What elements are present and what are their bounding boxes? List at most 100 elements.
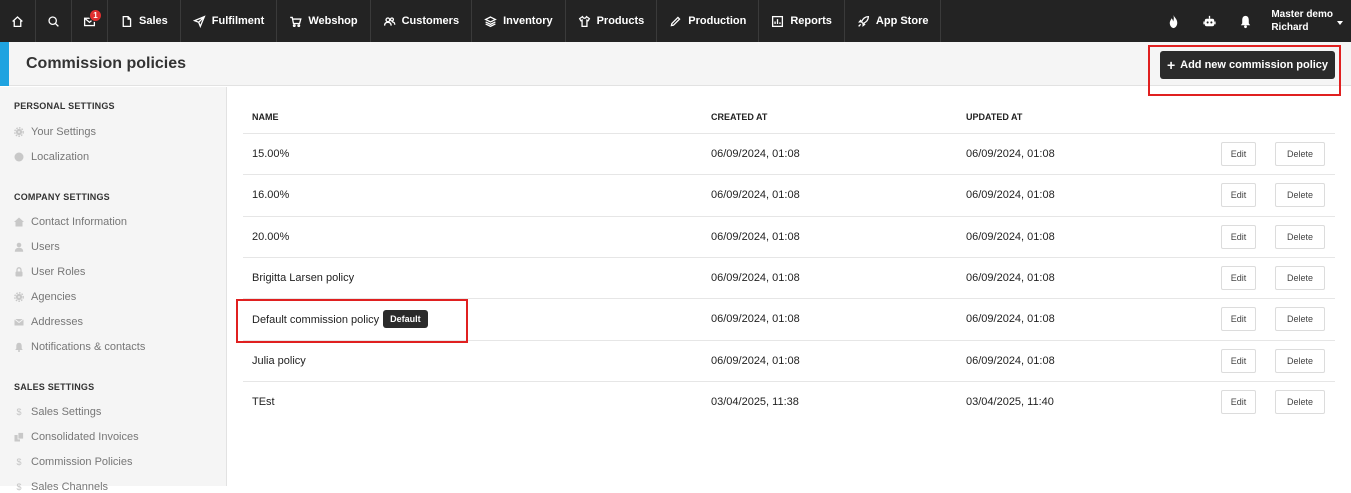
cart-icon [290,16,302,27]
default-badge: Default [383,310,428,329]
edit-button[interactable]: Edit [1221,265,1256,290]
sidebar-item-consolidated-invoices[interactable]: Consolidated Invoices [14,431,139,443]
sidebar-item-label: Your Settings [31,126,97,138]
user-icon [14,242,24,252]
search-icon [48,15,59,27]
column-header-updated-at: UPDATED AT [966,112,1023,122]
send-icon [192,14,206,28]
sidebar-item-agencies[interactable]: Agencies [14,291,76,303]
sidebar-item-addresses[interactable]: Addresses [14,316,83,328]
sidebar-item-notifications-contacts[interactable]: Notifications & contacts [14,341,145,353]
sidebar-item-commission-policies[interactable]: $ Commission Policies [14,456,132,468]
shirt-icon [578,15,590,27]
activity-button[interactable] [1155,0,1191,42]
edit-button[interactable]: Edit [1221,142,1256,166]
header-accent-bar [0,42,9,86]
nav-item-fulfilment[interactable]: Fulfilment [181,0,278,42]
nav-item-label: Reports [790,15,832,27]
delete-button[interactable]: Delete [1275,142,1325,166]
cell-name: TEst [252,396,275,408]
sidebar-item-contact-information[interactable]: Contact Information [14,216,127,228]
delete-button[interactable]: Delete [1275,265,1325,290]
cell-updated-at: 06/09/2024, 01:08 [966,148,1055,160]
sidebar-item-label: Localization [31,151,90,163]
sidebar-item-sales-settings[interactable]: $ Sales Settings [14,406,101,418]
nav-item-reports[interactable]: Reports [759,0,845,42]
notification-count-badge: 1 [89,9,102,22]
edit-button[interactable]: Edit [1221,307,1256,332]
edit-button[interactable]: Edit [1221,348,1256,373]
home-button[interactable] [0,0,36,42]
user-menu[interactable]: Master demo Richard [1263,8,1351,34]
cell-updated-at: 06/09/2024, 01:08 [966,313,1055,326]
sidebar-item-user-roles[interactable]: User Roles [14,266,85,278]
table-row: 16.00% 06/09/2024, 01:08 06/09/2024, 01:08… [243,174,1335,215]
nav-item-app-store[interactable]: App Store [845,0,942,42]
cell-updated-at: 06/09/2024, 01:08 [966,271,1055,284]
cell-created-at: 06/09/2024, 01:08 [711,189,800,202]
gear-icon [14,127,24,137]
nav-item-products[interactable]: Products [566,0,658,42]
page-header: Commission policies [0,42,1351,86]
edit-button[interactable]: Edit [1221,389,1256,414]
delete-button[interactable]: Delete [1275,307,1325,332]
users-icon [383,16,396,26]
delete-button[interactable]: Delete [1275,348,1325,373]
sidebar-item-sales-channels[interactable]: $ Sales Channels [14,481,108,493]
dollar-icon: $ [16,407,22,417]
sidebar-item-users[interactable]: Users [14,241,60,253]
sidebar-section-heading: COMPANY SETTINGS [14,192,110,202]
policy-name: 16.00% [252,189,290,202]
sidebar-section-heading: PERSONAL SETTINGS [14,101,115,111]
column-header-name: NAME [252,112,279,122]
column-header-created-at: CREATED AT [711,112,768,122]
nav-item-customers[interactable]: Customers [371,0,473,42]
bell-icon [14,342,24,352]
nav-item-label: Products [596,15,645,27]
delete-button[interactable]: Delete [1275,389,1325,414]
user-name-line1: Master demo [1271,9,1333,20]
notifications-button[interactable] [1227,0,1263,42]
edit-button[interactable]: Edit [1221,224,1256,249]
dollar-icon: $ [16,457,22,467]
nav-item-inventory[interactable]: Inventory [472,0,566,42]
cell-name: 16.00% [252,189,289,201]
home-icon [14,217,24,227]
cell-name: Julia policy [252,355,306,367]
sidebar-item-label: Addresses [31,316,83,328]
sidebar-item-label: Notifications & contacts [31,341,146,353]
cell-created-at: 06/09/2024, 01:08 [711,313,800,326]
cell-name: Default commission policy Default [252,310,428,329]
nav-item-webshop[interactable]: Webshop [277,0,371,42]
lock-icon [14,267,24,277]
nav-item-label: Customers [401,15,460,27]
table-row: TEst 03/04/2025, 11:38 03/04/2025, 11:40 Ed… [243,380,1335,422]
nav-item-production[interactable]: Production [657,0,760,42]
add-commission-policy-button[interactable]: + Add new commission policy [1160,51,1335,79]
invoices-icon [14,432,24,442]
rocket-icon [857,15,869,27]
messages-button[interactable]: 1 [72,0,108,42]
edit-button[interactable]: Edit [1221,183,1256,208]
cell-updated-at: 06/09/2024, 01:08 [966,354,1055,367]
sidebar-item-your-settings[interactable]: Your Settings [14,126,96,138]
globe-icon [14,152,24,162]
table-row: Default commission policy Default 06/09/20… [243,298,1335,339]
policy-name: Brigitta Larsen policy [252,271,355,284]
sidebar-item-label: Sales Channels [31,481,109,493]
sidebar-item-localization[interactable]: Localization [14,151,89,163]
settings-sidebar: PERSONAL SETTINGS Your Settings Localizati… [0,87,227,493]
sidebar-item-label: User Roles [31,266,86,278]
dollar-icon: $ [16,482,22,492]
sidebar-item-label: Agencies [31,291,77,303]
delete-button[interactable]: Delete [1275,183,1325,208]
cell-created-at: 06/09/2024, 01:08 [711,271,800,284]
cell-updated-at: 06/09/2024, 01:08 [966,230,1055,243]
search-button[interactable] [36,0,72,42]
delete-button[interactable]: Delete [1275,224,1325,249]
assistant-button[interactable] [1191,0,1227,42]
nav-item-sales[interactable]: Sales [108,0,181,42]
table-row: Julia policy 06/09/2024, 01:08 06/09/2024,… [243,339,1335,381]
policy-name: Default commission policy [252,314,380,327]
sidebar-item-label: Commission Policies [31,456,133,468]
